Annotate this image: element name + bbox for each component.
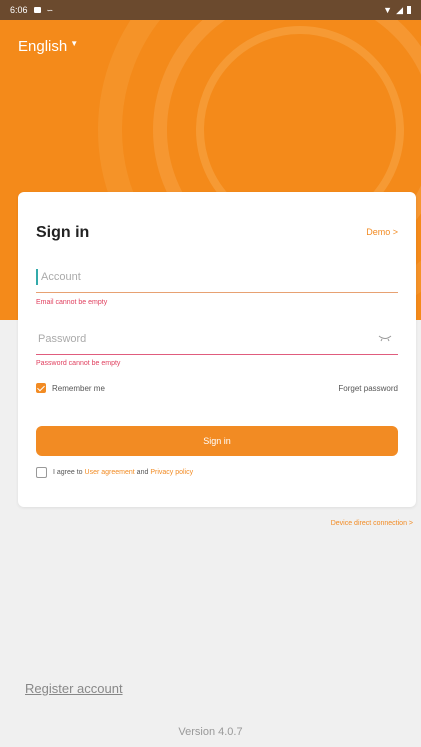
password-error: Password cannot be empty bbox=[36, 360, 121, 367]
language-selector[interactable]: English ▼ bbox=[18, 38, 78, 55]
page-title: Sign in bbox=[36, 224, 90, 241]
battery-icon bbox=[407, 6, 411, 14]
remember-me-label: Remember me bbox=[52, 383, 105, 393]
account-field[interactable] bbox=[36, 262, 398, 293]
agree-and: and bbox=[134, 469, 151, 476]
cell-signal-icon: ◢ bbox=[396, 4, 403, 15]
language-label: English bbox=[18, 38, 68, 55]
forgot-password-link[interactable]: Forget password bbox=[338, 384, 398, 393]
status-time: 6:06 bbox=[10, 5, 28, 15]
account-input[interactable] bbox=[36, 269, 398, 285]
caret-down-icon: ▼ bbox=[70, 39, 79, 48]
agreement-row: I agree to User agreement and Privacy po… bbox=[36, 467, 193, 478]
wifi-icon: ▼ bbox=[383, 5, 393, 15]
sign-in-card: Sign in Demo > Email cannot be empty Pas… bbox=[18, 192, 416, 507]
demo-link[interactable]: Demo > bbox=[366, 227, 398, 237]
agree-checkbox[interactable] bbox=[36, 467, 47, 478]
remember-me-checkbox[interactable] bbox=[36, 383, 46, 393]
privacy-policy-link[interactable]: Privacy policy bbox=[150, 469, 193, 476]
register-account-link[interactable]: Register account bbox=[25, 681, 123, 696]
status-bar: 6:06 ∽ ▼ ◢ bbox=[0, 0, 421, 20]
eye-closed-icon[interactable] bbox=[378, 335, 392, 342]
account-error: Email cannot be empty bbox=[36, 299, 108, 306]
signal-indicator-icon: ∽ bbox=[46, 5, 54, 15]
notification-icon bbox=[33, 7, 41, 13]
password-field[interactable] bbox=[36, 324, 398, 355]
device-direct-connection-link[interactable]: Device direct connection > bbox=[331, 520, 413, 527]
user-agreement-link[interactable]: User agreement bbox=[85, 469, 135, 476]
sign-in-button[interactable]: Sign in bbox=[36, 426, 398, 456]
agree-prefix: I agree to bbox=[53, 469, 85, 476]
password-input[interactable] bbox=[36, 324, 398, 354]
remember-me-toggle[interactable]: Remember me bbox=[36, 383, 105, 393]
version-label: Version 4.0.7 bbox=[178, 726, 243, 738]
